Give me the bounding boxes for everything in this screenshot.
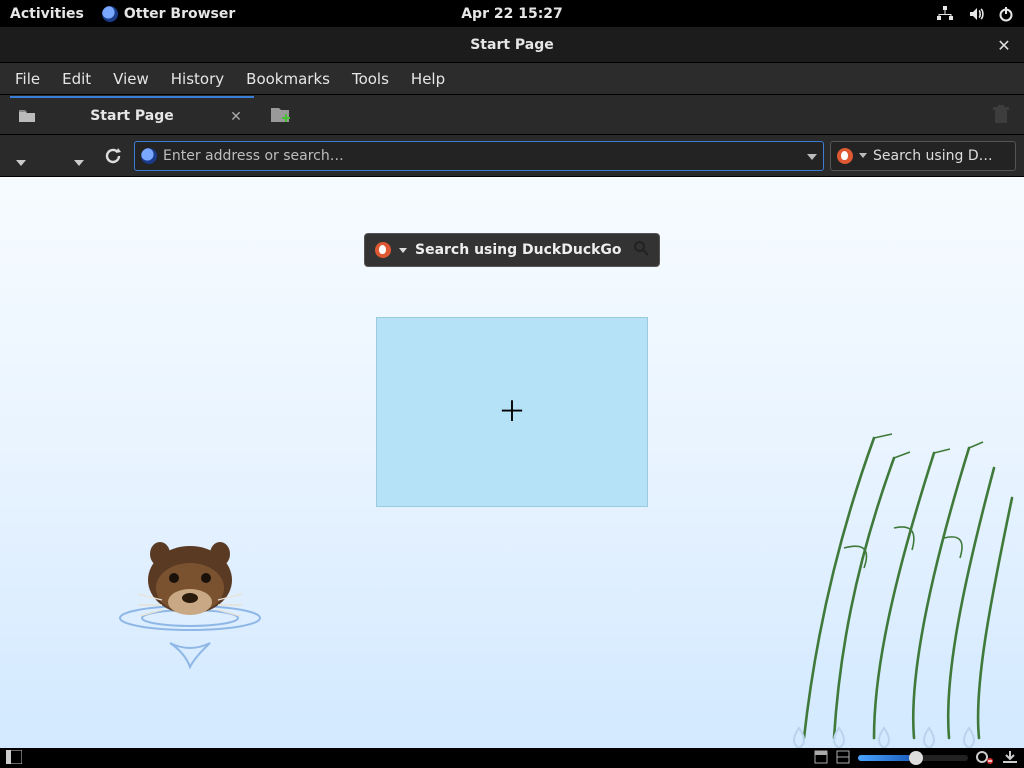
sidebar-toggle-icon[interactable]	[6, 749, 22, 768]
otter-app-icon	[102, 6, 118, 22]
clock[interactable]: Apr 22 15:27	[461, 6, 563, 22]
navigation-toolbar: Enter address or search… Search using D…	[0, 135, 1024, 177]
address-placeholder: Enter address or search…	[163, 148, 344, 164]
duckduckgo-icon	[375, 242, 391, 258]
start-page-search-placeholder: Search using DuckDuckGo	[415, 242, 622, 258]
status-bar	[0, 748, 1024, 768]
window-close-button[interactable]: ✕	[994, 35, 1014, 55]
power-icon[interactable]	[998, 6, 1014, 22]
menu-bar: File Edit View History Bookmarks Tools H…	[0, 63, 1024, 95]
zoom-slider-knob[interactable]	[909, 751, 923, 765]
forward-history-dropdown[interactable]	[66, 142, 92, 170]
menu-tools[interactable]: Tools	[341, 66, 400, 92]
start-page-content: Search using DuckDuckGo ＋	[0, 177, 1024, 748]
window-title: Start Page	[470, 37, 554, 53]
menu-edit[interactable]: Edit	[51, 66, 102, 92]
volume-icon[interactable]	[968, 6, 984, 22]
site-identity-icon[interactable]	[141, 148, 157, 164]
active-app-name: Otter Browser	[124, 6, 235, 22]
tab-close-button[interactable]: ✕	[226, 107, 246, 127]
download-icon[interactable]	[1002, 749, 1018, 768]
search-engine-dropdown-icon[interactable]	[859, 153, 867, 158]
zoom-slider-fill	[858, 755, 911, 761]
search-engine-dropdown-icon[interactable]	[399, 248, 407, 253]
menu-history[interactable]: History	[160, 66, 235, 92]
otter-illustration	[100, 508, 300, 678]
network-icon[interactable]	[936, 6, 954, 22]
duckduckgo-icon	[837, 148, 853, 164]
activities-button[interactable]: Activities	[10, 6, 84, 22]
plus-icon: ＋	[498, 398, 526, 426]
tab-start-page[interactable]: Start Page ✕	[10, 96, 254, 134]
tab-folder-icon	[18, 107, 36, 125]
search-icon[interactable]	[633, 240, 649, 260]
search-box[interactable]: Search using D…	[830, 141, 1016, 171]
menu-help[interactable]: Help	[400, 66, 456, 92]
status-icon-2[interactable]	[836, 749, 850, 768]
tab-title: Start Page	[90, 108, 174, 124]
start-page-search-box[interactable]: Search using DuckDuckGo	[364, 233, 660, 267]
status-icon-1[interactable]	[814, 749, 828, 768]
reeds-illustration	[744, 428, 1024, 748]
active-app-indicator[interactable]: Otter Browser	[102, 6, 235, 22]
window-titlebar: Start Page ✕	[0, 27, 1024, 63]
menu-file[interactable]: File	[4, 66, 51, 92]
speed-dial-add-tile[interactable]: ＋	[376, 317, 648, 507]
closed-tabs-trash-icon[interactable]	[990, 103, 1012, 129]
back-history-dropdown[interactable]	[8, 142, 34, 170]
menu-bookmarks[interactable]: Bookmarks	[235, 66, 341, 92]
reload-button[interactable]	[98, 141, 128, 171]
tab-strip: Start Page ✕	[0, 95, 1024, 135]
status-indicator-icon[interactable]	[976, 749, 994, 768]
gnome-top-bar: Activities Otter Browser Apr 22 15:27	[0, 0, 1024, 27]
new-tab-button[interactable]	[264, 99, 296, 131]
menu-view[interactable]: View	[102, 66, 160, 92]
zoom-slider[interactable]	[858, 755, 968, 761]
address-dropdown-icon[interactable]	[807, 148, 817, 164]
address-bar[interactable]: Enter address or search…	[134, 141, 824, 171]
search-placeholder: Search using D…	[873, 148, 993, 164]
